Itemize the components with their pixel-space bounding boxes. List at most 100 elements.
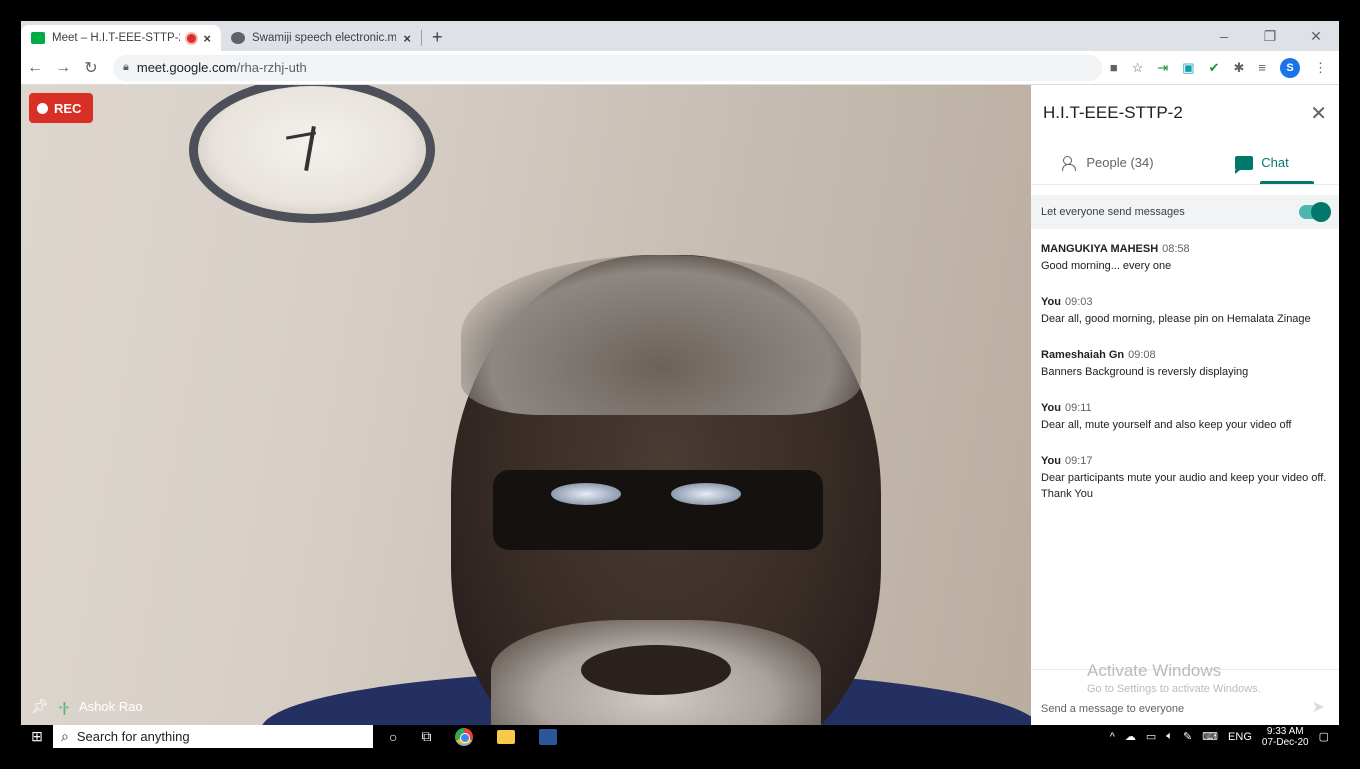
audio-level-icon: ·|· xyxy=(58,698,70,715)
puzzle-icon[interactable]: ✱ xyxy=(1234,60,1245,76)
send-messages-toggle[interactable] xyxy=(1299,202,1331,222)
chevron-up-icon[interactable]: ^ xyxy=(1110,731,1115,743)
extension-box-icon[interactable]: ▣ xyxy=(1182,60,1194,76)
watermark-subtitle: Go to Settings to activate Windows. xyxy=(1087,683,1261,695)
keyboard-icon[interactable]: ⌨ xyxy=(1202,730,1218,743)
maximize-button[interactable]: ❐ xyxy=(1247,21,1293,51)
chat-message: MANGUKIYA MAHESH 08:58 Good morning... ev… xyxy=(1041,243,1329,274)
speaker-name: Ashok Rao xyxy=(79,699,143,714)
taskbar-search[interactable]: ⌕ Search for anything xyxy=(53,725,373,748)
task-view-icon[interactable]: ⧉ xyxy=(421,728,431,745)
file-explorer-icon[interactable] xyxy=(497,729,516,744)
url-path: /rha-rzhj-uth xyxy=(236,60,307,75)
message-sender: You xyxy=(1041,402,1061,414)
clock-date: 07-Dec-20 xyxy=(1261,736,1309,748)
reading-list-icon[interactable]: ≡ xyxy=(1258,60,1266,75)
message-text: Dear all, good morning, please pin on He… xyxy=(1041,313,1311,325)
tab-title: Meet – H.I.T-EEE-STTP-2 xyxy=(52,32,181,44)
tab-people[interactable]: People (34) xyxy=(1031,141,1185,184)
panel-tabs: People (34) Chat xyxy=(1031,141,1339,185)
meeting-details-panel: H.I.T-EEE-STTP-2 ✕ People (34) Chat Let … xyxy=(1031,85,1339,725)
new-tab-button[interactable]: + xyxy=(422,27,453,51)
windows-start-icon[interactable]: ⊞ xyxy=(21,728,53,745)
message-text: Dear all, mute yourself and also keep yo… xyxy=(1041,419,1292,431)
pin-icon[interactable]: 📌︎ xyxy=(31,698,49,715)
window-controls: – ❐ ✕ xyxy=(1201,21,1339,51)
screen: Meet – H.I.T-EEE-STTP-2 × Swamiji speech… xyxy=(21,21,1339,748)
recording-badge: REC xyxy=(29,93,94,123)
notification-icon[interactable]: ▢ xyxy=(1319,730,1329,743)
tab-chat[interactable]: Chat xyxy=(1185,141,1339,184)
taskbar-clock[interactable]: 9:33 AM 07-Dec-20 xyxy=(1262,726,1309,748)
tab-video[interactable]: Swamiji speech electronic.mp4 × xyxy=(221,25,421,51)
chat-messages: MANGUKIYA MAHESH 08:58 Good morning... ev… xyxy=(1031,229,1339,502)
message-sender: You xyxy=(1041,296,1061,308)
search-icon: ⌕ xyxy=(61,728,69,744)
system-tray: ^ ☁ ▭ 🔈︎ ✎ ⌨ ENG 9:33 AM 07-Dec-20 ▢ xyxy=(1110,726,1339,748)
browser-tab-strip: Meet – H.I.T-EEE-STTP-2 × Swamiji speech… xyxy=(21,21,1339,51)
people-icon xyxy=(1062,155,1078,171)
windows-taskbar: ⊞ ⌕ Search for anything ○ ⧉ ^ ☁ ▭ 🔈︎ ✎ ⌨… xyxy=(21,725,1339,748)
checkmark-icon[interactable]: ✔ xyxy=(1209,60,1220,76)
activate-windows-watermark: Activate Windows Go to Settings to activ… xyxy=(1087,661,1261,695)
tab-people-label: People (34) xyxy=(1086,155,1154,170)
url-text: meet.google.com/rha-rzhj-uth xyxy=(137,60,307,75)
lock-icon: 🔒︎ xyxy=(123,61,129,73)
message-text: Dear participants mute your audio and ke… xyxy=(1041,472,1327,500)
chrome-app-icon[interactable] xyxy=(455,727,474,746)
record-dot-icon xyxy=(37,102,48,114)
message-time: 09:08 xyxy=(1128,349,1156,361)
cloud-icon[interactable]: ☁ xyxy=(1125,730,1136,743)
profile-avatar[interactable]: S xyxy=(1280,57,1300,78)
word-app-icon[interactable] xyxy=(539,728,558,745)
close-panel-icon[interactable]: ✕ xyxy=(1310,101,1327,126)
menu-icon[interactable]: ⋮ xyxy=(1314,60,1327,76)
send-icon[interactable]: ➤ xyxy=(1312,697,1325,717)
chat-message: You 09:03 Dear all, good morning, please … xyxy=(1041,296,1329,327)
message-sender: You xyxy=(1041,455,1061,467)
search-placeholder: Search for anything xyxy=(76,729,190,744)
extension-arrow-icon[interactable]: ⇥ xyxy=(1157,60,1168,76)
forward-icon[interactable]: → xyxy=(49,59,77,77)
message-sender: MANGUKIYA MAHESH xyxy=(1041,243,1159,255)
wall-clock-image xyxy=(189,85,435,223)
address-bar-row: ← → ↻ 🔒︎ meet.google.com/rha-rzhj-uth ■ … xyxy=(21,51,1339,85)
network-icon[interactable]: ▭ xyxy=(1146,730,1156,743)
reload-icon[interactable]: ↻ xyxy=(77,58,105,78)
close-tab-icon[interactable]: × xyxy=(203,31,211,46)
chat-message: Rameshaiah Gn 09:08 Banners Background is… xyxy=(1041,349,1329,380)
glasses-reflection xyxy=(671,483,741,505)
chat-message: You 09:17 Dear participants mute your aud… xyxy=(1041,455,1329,502)
url-host: meet.google.com xyxy=(136,60,237,75)
message-time: 08:58 xyxy=(1162,243,1190,255)
message-input[interactable] xyxy=(1041,703,1291,715)
camera-icon[interactable]: ■ xyxy=(1110,60,1118,75)
star-icon[interactable]: ☆ xyxy=(1132,60,1144,76)
minimize-button[interactable]: – xyxy=(1201,21,1247,51)
speaker-name-tag: 📌︎ ·|· Ashok Rao xyxy=(31,698,143,715)
url-field[interactable]: 🔒︎ meet.google.com/rha-rzhj-uth xyxy=(113,54,1102,81)
clock-time: 9:33 AM xyxy=(1266,725,1304,737)
watermark-title: Activate Windows xyxy=(1087,661,1222,680)
message-composer: Activate Windows Go to Settings to activ… xyxy=(1031,661,1339,725)
tab-meet[interactable]: Meet – H.I.T-EEE-STTP-2 × xyxy=(21,25,221,51)
tab-chat-label: Chat xyxy=(1261,155,1289,170)
close-window-button[interactable]: ✕ xyxy=(1293,21,1339,51)
back-icon[interactable]: ← xyxy=(21,59,49,77)
person-glasses xyxy=(493,470,823,550)
message-time: 09:17 xyxy=(1064,455,1093,467)
pen-icon[interactable]: ✎ xyxy=(1183,730,1192,743)
rec-label: REC xyxy=(54,100,82,116)
meeting-title: H.I.T-EEE-STTP-2 xyxy=(1043,103,1183,122)
person-hair xyxy=(461,255,861,415)
cortana-icon[interactable]: ○ xyxy=(389,729,397,745)
message-sender: Rameshaiah Gn xyxy=(1041,349,1125,361)
chat-icon xyxy=(1235,155,1254,174)
speaker-icon[interactable]: 🔈︎ xyxy=(1166,730,1173,743)
meet-icon xyxy=(31,32,45,44)
message-text: Banners Background is reversly displayin… xyxy=(1041,366,1249,378)
language-indicator[interactable]: ENG xyxy=(1228,731,1252,743)
close-tab-icon[interactable]: × xyxy=(403,31,411,46)
permission-label: Let everyone send messages xyxy=(1041,206,1185,218)
panel-header: H.I.T-EEE-STTP-2 ✕ xyxy=(1031,85,1339,141)
